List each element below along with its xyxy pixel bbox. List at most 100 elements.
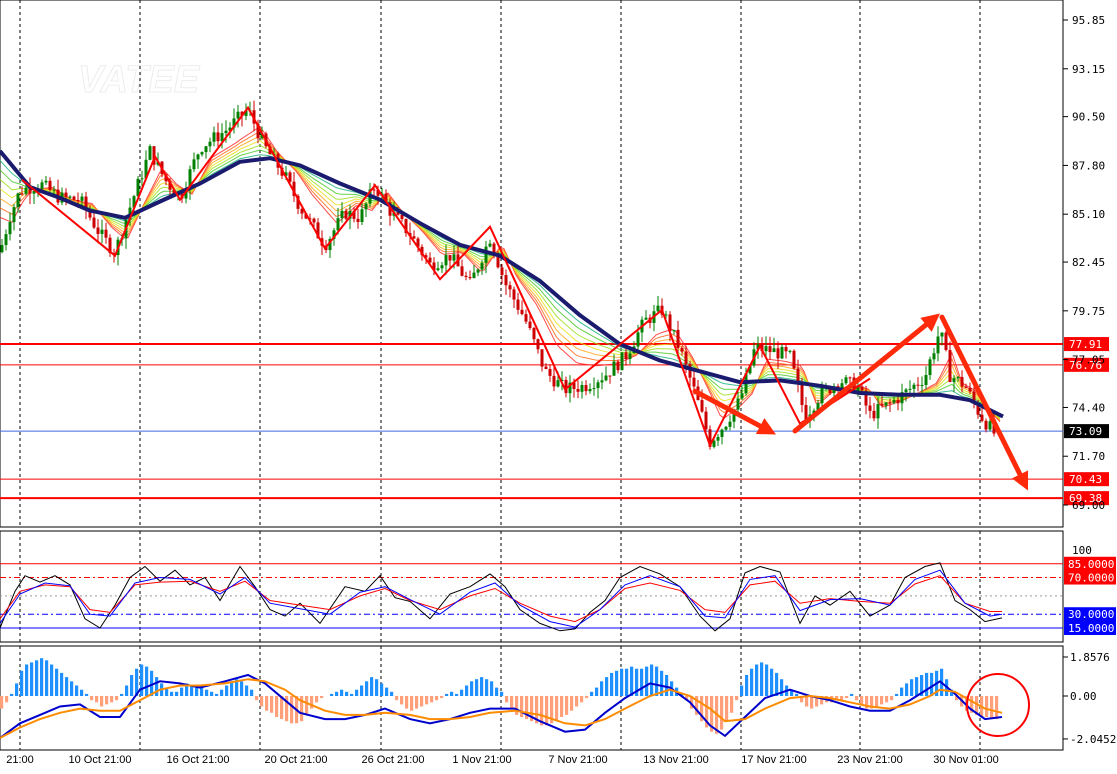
macd-histogram-bar: [220, 689, 224, 696]
price-tick-label: 74.40: [1072, 401, 1105, 414]
candle-body: [516, 299, 520, 310]
candle-body: [588, 388, 592, 392]
candle-body: [208, 141, 212, 147]
macd-histogram-bar: [880, 696, 884, 705]
macd-histogram-bar: [140, 664, 144, 696]
macd-histogram-bar: [545, 696, 549, 726]
macd-histogram-bar: [115, 696, 119, 701]
candle-body: [204, 146, 208, 153]
time-tick-label: 17 Nov 21:00: [741, 754, 806, 766]
candle-body: [600, 380, 604, 383]
candle-body: [76, 199, 80, 201]
candle-body: [460, 266, 464, 276]
candle-body: [336, 218, 340, 231]
candle-body: [72, 196, 76, 200]
candle-body: [948, 350, 952, 382]
macd-histogram-bar: [620, 668, 624, 696]
macd-histogram-bar: [80, 689, 84, 696]
candle-body: [80, 196, 84, 201]
macd-histogram-bar: [305, 696, 309, 715]
macd-histogram-bar: [555, 696, 559, 722]
price-level-label: 70.43: [1069, 473, 1102, 486]
price-tick-label: 90.50: [1072, 111, 1105, 124]
macd-histogram-bar: [665, 675, 669, 696]
macd-histogram-bar: [340, 689, 344, 696]
candle-body: [372, 189, 376, 191]
macd-histogram-bar: [20, 670, 24, 696]
candle-body: [904, 389, 908, 393]
candle-body: [684, 351, 688, 365]
macd-tick-label: 0.00: [1070, 690, 1097, 703]
stoch-level-label: 70.0000: [1068, 572, 1114, 585]
macd-histogram-bar: [730, 696, 734, 713]
candle-body: [656, 305, 660, 312]
candle-body: [876, 404, 880, 419]
candle-body: [860, 386, 864, 391]
candle-body: [196, 154, 200, 160]
stoch-level-label: 30.0000: [1068, 608, 1114, 621]
macd-histogram-bar: [390, 691, 394, 696]
macd-histogram-bar: [650, 664, 654, 696]
macd-histogram-bar: [320, 696, 324, 699]
candle-body: [520, 309, 524, 315]
candle-body: [768, 346, 772, 353]
macd-histogram-bar: [335, 691, 339, 696]
stochastic-panel: [0, 530, 1064, 643]
macd-histogram-bar: [500, 691, 504, 696]
time-tick-label: 23 Nov 21:00: [837, 754, 902, 766]
candle-body: [312, 218, 316, 223]
macd-histogram-bar: [30, 662, 34, 696]
time-tick-label: 26 Oct 21:00: [362, 754, 425, 766]
candle-body: [452, 254, 456, 261]
macd-histogram-bar: [230, 681, 234, 696]
macd-histogram-bar: [720, 696, 724, 730]
macd-histogram-bar: [400, 696, 404, 705]
macd-histogram-bar: [70, 681, 74, 696]
macd-histogram-bar: [775, 672, 779, 696]
macd-histogram-bar: [75, 685, 79, 696]
price-tick-label: 93.15: [1072, 63, 1105, 76]
macd-histogram-bar: [600, 681, 604, 696]
candle-body: [604, 375, 608, 381]
candle-body: [64, 192, 68, 197]
candle-body: [764, 346, 768, 352]
price-level-label: 73.09: [1069, 425, 1102, 438]
macd-histogram-bar: [755, 664, 759, 696]
candle-body: [472, 272, 476, 279]
macd-histogram-bar: [110, 696, 114, 703]
candle-body: [936, 336, 940, 354]
macd-histogram-bar: [805, 696, 809, 707]
candle-body: [700, 400, 704, 412]
macd-histogram-bar: [45, 660, 49, 696]
candle-body: [8, 222, 12, 235]
candle-body: [552, 375, 556, 387]
candle-body: [592, 388, 596, 390]
candle-body: [44, 180, 48, 183]
candle-body: [944, 332, 948, 351]
macd-histogram-bar: [90, 696, 94, 701]
macd-histogram-bar: [520, 696, 524, 717]
macd-histogram-bar: [495, 687, 499, 696]
macd-histogram-bar: [640, 668, 644, 696]
candle-body: [532, 327, 536, 340]
macd-histogram-bar: [505, 696, 509, 703]
macd-histogram-bar: [450, 691, 454, 696]
candle-body: [16, 193, 20, 208]
macd-histogram-bar: [330, 693, 334, 696]
macd-histogram-bar: [355, 689, 359, 696]
price-tick-label: 87.80: [1072, 159, 1105, 172]
candle-body: [612, 361, 616, 376]
candle-body: [780, 347, 784, 359]
macd-tick-label: 1.8576: [1070, 651, 1110, 664]
candle-body: [4, 234, 8, 246]
macd-histogram-bar: [35, 660, 39, 696]
macd-histogram-bar: [925, 672, 929, 696]
macd-histogram-bar: [55, 668, 59, 696]
candle-body: [556, 380, 560, 387]
candle-body: [484, 246, 488, 263]
macd-histogram-bar: [145, 666, 149, 696]
macd-histogram-bar: [745, 675, 749, 696]
candle-body: [356, 218, 360, 222]
macd-tick-label: -2.0452: [1070, 733, 1116, 746]
candle-body: [540, 349, 544, 367]
